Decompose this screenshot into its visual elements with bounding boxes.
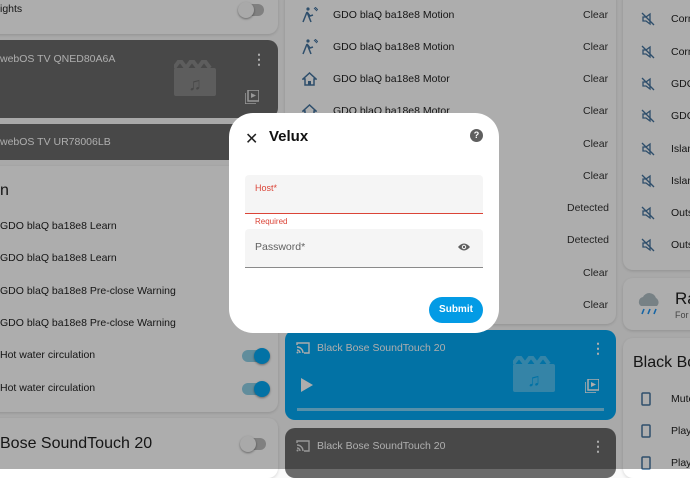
password-label: Password* (255, 241, 306, 253)
host-error: Required (255, 217, 288, 226)
host-label: Host* (255, 183, 278, 193)
close-icon[interactable]: ✕ (245, 129, 258, 149)
dialog-title: Velux (269, 128, 309, 145)
host-field[interactable]: Host* (245, 175, 483, 214)
submit-button[interactable]: Submit (429, 297, 483, 323)
help-icon[interactable]: ? (470, 129, 483, 142)
eye-icon[interactable] (457, 242, 471, 252)
password-field[interactable]: Password* (245, 229, 483, 268)
velux-dialog: ✕ Velux ? Host* Required Password* Submi… (229, 113, 499, 333)
